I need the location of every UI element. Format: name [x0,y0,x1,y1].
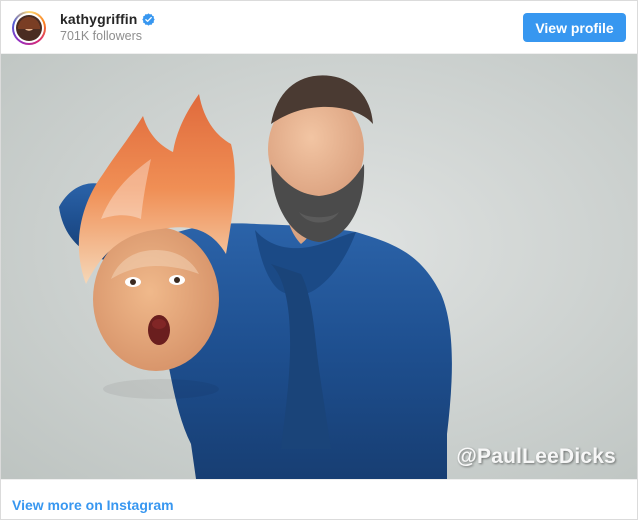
post-footer: View more on Instagram [1,479,637,519]
profile-avatar[interactable] [12,11,46,45]
view-more-link[interactable]: View more on Instagram [12,497,174,513]
follower-count: 701K followers [60,29,142,43]
verified-badge-icon [142,12,156,26]
post-image[interactable]: @PaulLeeDicks [1,54,637,479]
avatar-photo [16,15,42,41]
view-profile-button[interactable]: View profile [523,13,626,42]
image-watermark: @PaulLeeDicks [456,445,616,468]
username-link[interactable]: kathygriffin [60,11,137,27]
post-header: kathygriffin 701K followers View profile [1,1,637,54]
instagram-embed: kathygriffin 701K followers View profile [0,0,638,520]
username-row: kathygriffin [60,11,156,27]
post-photo-illustration [1,54,637,479]
